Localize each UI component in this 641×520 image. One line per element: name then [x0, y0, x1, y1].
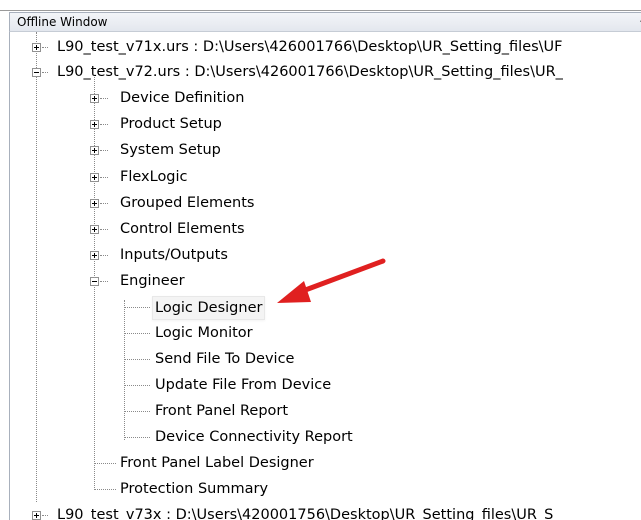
tree-line	[100, 203, 108, 204]
section-label: Product Setup	[120, 116, 222, 132]
section-label: Device Definition	[120, 90, 245, 106]
section-label: Inputs/Outputs	[120, 247, 228, 263]
section-label: Control Elements	[120, 221, 245, 237]
window-title: Offline Window	[17, 15, 108, 29]
tree-node-file[interactable]: L90_test_v73x : D:\Users\420001756\Deskt…	[10, 504, 641, 520]
section-label: Grouped Elements	[120, 195, 255, 211]
tree-node-section[interactable]: System Setup	[10, 139, 641, 161]
tree-node-section[interactable]: Control Elements	[10, 218, 641, 240]
file-label: L90_test_v72.urs : D:\Users\426001766\De…	[57, 64, 563, 80]
section-label: FlexLogic	[120, 169, 188, 185]
tree-node-section[interactable]: Product Setup	[10, 113, 641, 135]
item-label: Update File From Device	[155, 377, 332, 393]
tree-line	[124, 359, 150, 360]
tree-item-update-file[interactable]: Update File From Device	[10, 374, 641, 396]
tree-item-send-file[interactable]: Send File To Device	[10, 348, 641, 370]
tree-node-section[interactable]: Inputs/Outputs	[10, 244, 641, 266]
tree-line	[94, 463, 116, 464]
collapse-icon[interactable]	[32, 68, 41, 77]
offline-window: Offline Window ▴ L90_test_v71x.urs : D:\…	[0, 0, 641, 520]
tree-line	[100, 281, 108, 282]
expand-icon[interactable]	[90, 120, 99, 129]
file-label: L90_test_v73x : D:\Users\420001756\Deskt…	[57, 507, 554, 520]
tree-item-protection-summary[interactable]: Protection Summary	[10, 478, 641, 500]
expand-icon[interactable]	[90, 173, 99, 182]
tree-item-device-connectivity-report[interactable]: Device Connectivity Report	[10, 426, 641, 448]
tree-node-file[interactable]: L90_test_v71x.urs : D:\Users\426001766\D…	[10, 36, 641, 58]
tree-node-section[interactable]: Grouped Elements	[10, 192, 641, 214]
expand-icon[interactable]	[90, 94, 99, 103]
expand-icon[interactable]	[90, 146, 99, 155]
top-border	[0, 0, 641, 11]
tree-node-section[interactable]: Engineer	[10, 270, 641, 292]
item-label: Protection Summary	[120, 481, 269, 497]
tree-line	[100, 255, 108, 256]
item-label: Front Panel Label Designer	[120, 455, 314, 471]
tree-node-section[interactable]: FlexLogic	[10, 166, 641, 188]
expand-icon[interactable]	[90, 225, 99, 234]
tree-line	[42, 515, 48, 516]
offline-tree: L90_test_v71x.urs : D:\Users\426001766\D…	[9, 32, 641, 520]
item-label: Logic Designer	[152, 296, 266, 320]
tree-line	[124, 437, 150, 438]
expand-icon[interactable]	[32, 511, 41, 520]
tree-line	[42, 72, 48, 73]
tree-node-file[interactable]: L90_test_v72.urs : D:\Users\426001766\De…	[10, 61, 641, 83]
expand-icon[interactable]	[32, 43, 41, 52]
item-label: Send File To Device	[155, 351, 295, 367]
file-label: L90_test_v71x.urs : D:\Users\426001766\D…	[57, 39, 563, 55]
tree-line	[100, 177, 108, 178]
section-label: System Setup	[120, 142, 221, 158]
expand-icon[interactable]	[90, 251, 99, 260]
tree-item-logic-monitor[interactable]: Logic Monitor	[10, 322, 641, 344]
tree-item-front-panel-report[interactable]: Front Panel Report	[10, 400, 641, 422]
section-label: Engineer	[120, 273, 185, 289]
tree-line	[100, 98, 108, 99]
expand-icon[interactable]	[90, 199, 99, 208]
item-label: Logic Monitor	[155, 325, 253, 341]
tree-item-front-panel-label-designer[interactable]: Front Panel Label Designer	[10, 452, 641, 474]
tree-line	[42, 47, 48, 48]
offline-window-titlebar[interactable]: Offline Window ▴	[9, 12, 641, 32]
collapse-icon[interactable]	[90, 277, 99, 286]
tree-node-section[interactable]: Device Definition	[10, 87, 641, 109]
tree-line	[124, 333, 150, 334]
item-label: Device Connectivity Report	[155, 429, 353, 445]
tree-line	[94, 489, 116, 490]
tree-line	[100, 229, 108, 230]
tree-line	[100, 150, 108, 151]
tree-line	[124, 307, 150, 308]
tree-item-logic-designer[interactable]: Logic Designer	[10, 296, 641, 320]
tree-line	[124, 411, 150, 412]
tree-line	[100, 124, 108, 125]
item-label: Front Panel Report	[155, 403, 289, 419]
tree-line	[124, 385, 150, 386]
